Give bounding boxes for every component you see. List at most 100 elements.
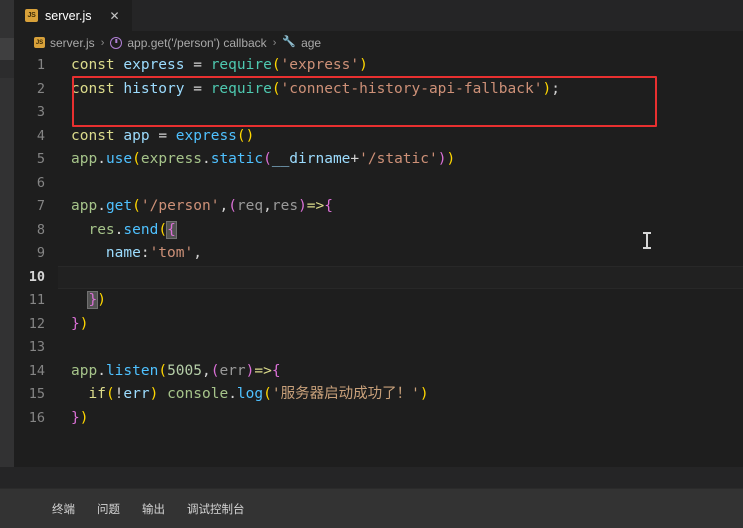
code-token: ( — [228, 198, 237, 214]
code-token: , — [193, 245, 202, 261]
line-code[interactable]: }) — [58, 313, 88, 337]
line-code[interactable]: app.use(express.static(__dirname+'/stati… — [58, 148, 455, 172]
code-token: = — [158, 127, 168, 144]
breadcrumb-item-file[interactable]: JS server.js — [34, 36, 95, 50]
code-token: = — [193, 57, 202, 73]
panel-tab-1[interactable]: 问题 — [97, 501, 120, 517]
code-line-4[interactable]: 4 const app = express() — [14, 125, 743, 149]
panel-tab-0[interactable]: 终端 — [52, 501, 75, 517]
activity-bar-strip — [0, 0, 14, 500]
code-token: app — [71, 198, 98, 214]
code-token: => — [254, 362, 272, 379]
code-token: = — [193, 80, 202, 97]
code-token: '/static' — [359, 151, 438, 167]
breadcrumb-separator-2: › — [272, 36, 277, 49]
code-line-10[interactable]: 10 age:18 — [14, 265, 743, 290]
code-token: '服务器启动成功了！' — [271, 386, 420, 402]
line-code[interactable]: const app = express() — [58, 125, 254, 149]
code-token: + — [350, 151, 360, 167]
code-token: app — [71, 151, 98, 167]
code-token: express — [140, 151, 202, 167]
panel-tab-2[interactable]: 输出 — [142, 501, 165, 517]
code-token: const — [71, 127, 115, 144]
code-line-8[interactable]: 8 res.send({ — [14, 219, 743, 243]
line-code[interactable]: age:18 — [58, 266, 158, 290]
activity-bar-active-indicator — [0, 38, 14, 60]
active-line-highlight — [58, 265, 743, 289]
line-number: 4 — [36, 127, 45, 144]
code-token: : — [132, 268, 141, 285]
code-token: require — [210, 57, 272, 73]
line-code[interactable]: const history = require('connect-history… — [58, 78, 560, 102]
code-line-11[interactable]: 11 }) — [14, 289, 743, 313]
line-number: 12 — [28, 315, 45, 332]
javascript-file-icon: JS — [34, 37, 45, 48]
code-line-7[interactable]: 7 app.get('/person',(req,res)=>{ — [14, 195, 743, 219]
line-number: 14 — [28, 362, 45, 379]
code-token: . — [228, 386, 237, 402]
code-token: name — [105, 245, 141, 261]
code-token: history — [123, 80, 185, 97]
line-code[interactable]: const express = require('express') — [58, 54, 368, 78]
code-token: , — [219, 198, 229, 214]
breadcrumb-label-age: age — [301, 35, 322, 50]
code-token: { — [324, 198, 333, 214]
code-line-5[interactable]: 5 app.use(express.static(__dirname+'/stat… — [14, 148, 743, 172]
code-token: ) — [298, 198, 307, 214]
line-number: 16 — [28, 409, 45, 426]
editor-tab-server-js[interactable]: JS server.js ✕ — [14, 0, 133, 31]
code-token: ( — [263, 386, 272, 402]
line-code[interactable]: }) — [58, 407, 88, 431]
code-token: res — [271, 198, 299, 214]
line-number: 9 — [36, 245, 45, 261]
code-line-16[interactable]: 16}) — [14, 407, 743, 431]
line-code[interactable]: res.send({ — [58, 219, 177, 243]
code-token: ( — [105, 386, 115, 402]
code-line-3[interactable]: 3 — [14, 101, 743, 125]
panel-header-strip — [0, 467, 743, 489]
code-token: . — [97, 362, 106, 379]
breadcrumb-item-age[interactable]: 🔧 age — [282, 36, 321, 50]
breadcrumb-label-file: server.js — [50, 35, 95, 50]
line-code[interactable]: name:'tom', — [58, 242, 202, 266]
line-code[interactable]: app.get('/person',(req,res)=>{ — [58, 195, 333, 219]
code-line-6[interactable]: 6 — [14, 172, 743, 196]
code-token: err — [123, 386, 150, 402]
code-editor[interactable]: 1 const express = require('express') 2 cons… — [14, 54, 743, 489]
code-token: ( — [132, 198, 141, 214]
code-token: : — [140, 245, 150, 261]
code-token: () — [236, 127, 255, 144]
code-line-1[interactable]: 1 const express = require('express') — [14, 54, 743, 78]
code-line-15[interactable]: 15 if(!err) console.log('服务器启动成功了！') — [14, 383, 743, 407]
line-number: 8 — [36, 221, 45, 238]
code-token: const — [71, 80, 115, 97]
line-number: 15 — [28, 386, 45, 402]
code-line-13[interactable]: 13 — [14, 336, 743, 360]
breadcrumb-item-callback[interactable]: app.get('/person') callback — [110, 36, 267, 50]
code-token: } — [71, 409, 80, 426]
line-number: 2 — [36, 80, 45, 97]
code-line-12[interactable]: 12}) — [14, 313, 743, 337]
code-token: ( — [271, 57, 281, 73]
code-token: log — [236, 386, 264, 402]
line-code[interactable]: app.listen(5005,(err)=>{ — [58, 360, 281, 384]
line-code[interactable]: if(!err) console.log('服务器启动成功了！') — [58, 383, 429, 407]
code-line-14[interactable]: 14 app.listen(5005,(err)=>{ — [14, 360, 743, 384]
close-icon[interactable]: ✕ — [107, 8, 123, 24]
code-token: . — [97, 151, 106, 167]
code-lines-container: 1 const express = require('express') 2 cons… — [14, 54, 743, 489]
panel-tab-3[interactable]: 调试控制台 — [187, 501, 245, 517]
code-line-9[interactable]: 9 name:'tom', — [14, 242, 743, 266]
code-line-2[interactable]: 2 const history = require('connect-histor… — [14, 78, 743, 102]
code-token: app — [71, 362, 98, 379]
code-token: ) — [419, 386, 429, 402]
code-token: __dirname — [271, 151, 351, 167]
breadcrumb-separator-1: › — [100, 36, 105, 49]
line-code[interactable]: }) — [58, 289, 106, 313]
code-token: req — [236, 198, 264, 214]
code-token: res — [88, 221, 115, 238]
